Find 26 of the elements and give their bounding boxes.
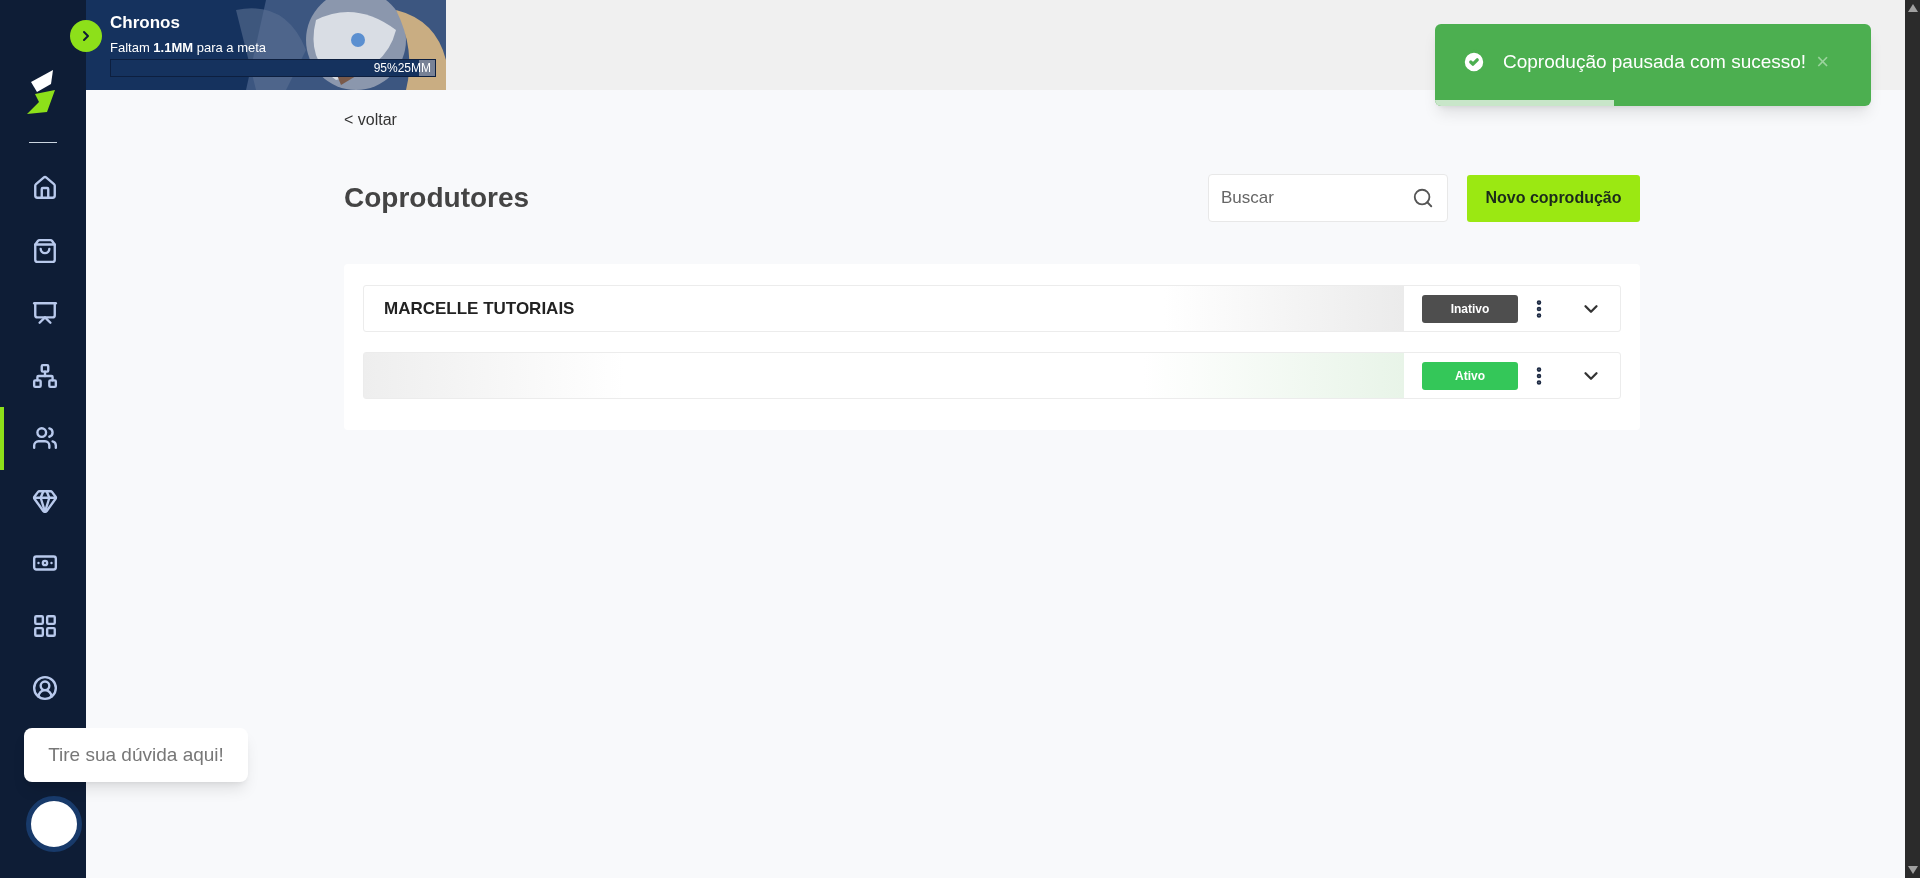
presentation-board-icon — [32, 300, 58, 327]
network-icon — [32, 362, 58, 389]
home-icon — [32, 175, 58, 202]
help-bubble-text: Tire sua dúvida aqui! — [48, 742, 224, 767]
people-icon — [32, 425, 58, 452]
check-circle-icon — [1461, 49, 1487, 75]
scroll-up-icon[interactable] — [1907, 4, 1918, 12]
goal-title: Chronos — [110, 12, 180, 34]
gem-icon — [32, 487, 58, 514]
page-title: Coprodutores — [344, 181, 531, 215]
shopping-bag-icon — [32, 237, 58, 264]
back-link[interactable]: < voltar — [344, 110, 397, 130]
goal-subtitle: Faltam 1.1MM para a meta — [110, 39, 267, 57]
goal-progress-reading: 95%25MM — [373, 60, 431, 76]
coproducer-name: MARCELLE TUTORIAIS — [384, 297, 575, 320]
status-badge: Inativo — [1422, 294, 1518, 323]
toast-message: Coprodução pausada com sucesso! — [1503, 49, 1807, 74]
status-badge: Ativo — [1422, 361, 1518, 390]
search-field[interactable]: Buscar — [1208, 174, 1448, 222]
new-coproduction-button[interactable]: Novo coprodução — [1467, 174, 1640, 222]
user-icon — [32, 675, 58, 702]
scroll-down-icon[interactable] — [1907, 866, 1918, 874]
coproducer-row[interactable]: MARCELLE TUTORIAIS Inativo — [363, 285, 1621, 332]
scrollbar[interactable] — [1905, 0, 1920, 878]
search-icon — [1412, 187, 1434, 209]
grid-icon — [32, 612, 58, 639]
